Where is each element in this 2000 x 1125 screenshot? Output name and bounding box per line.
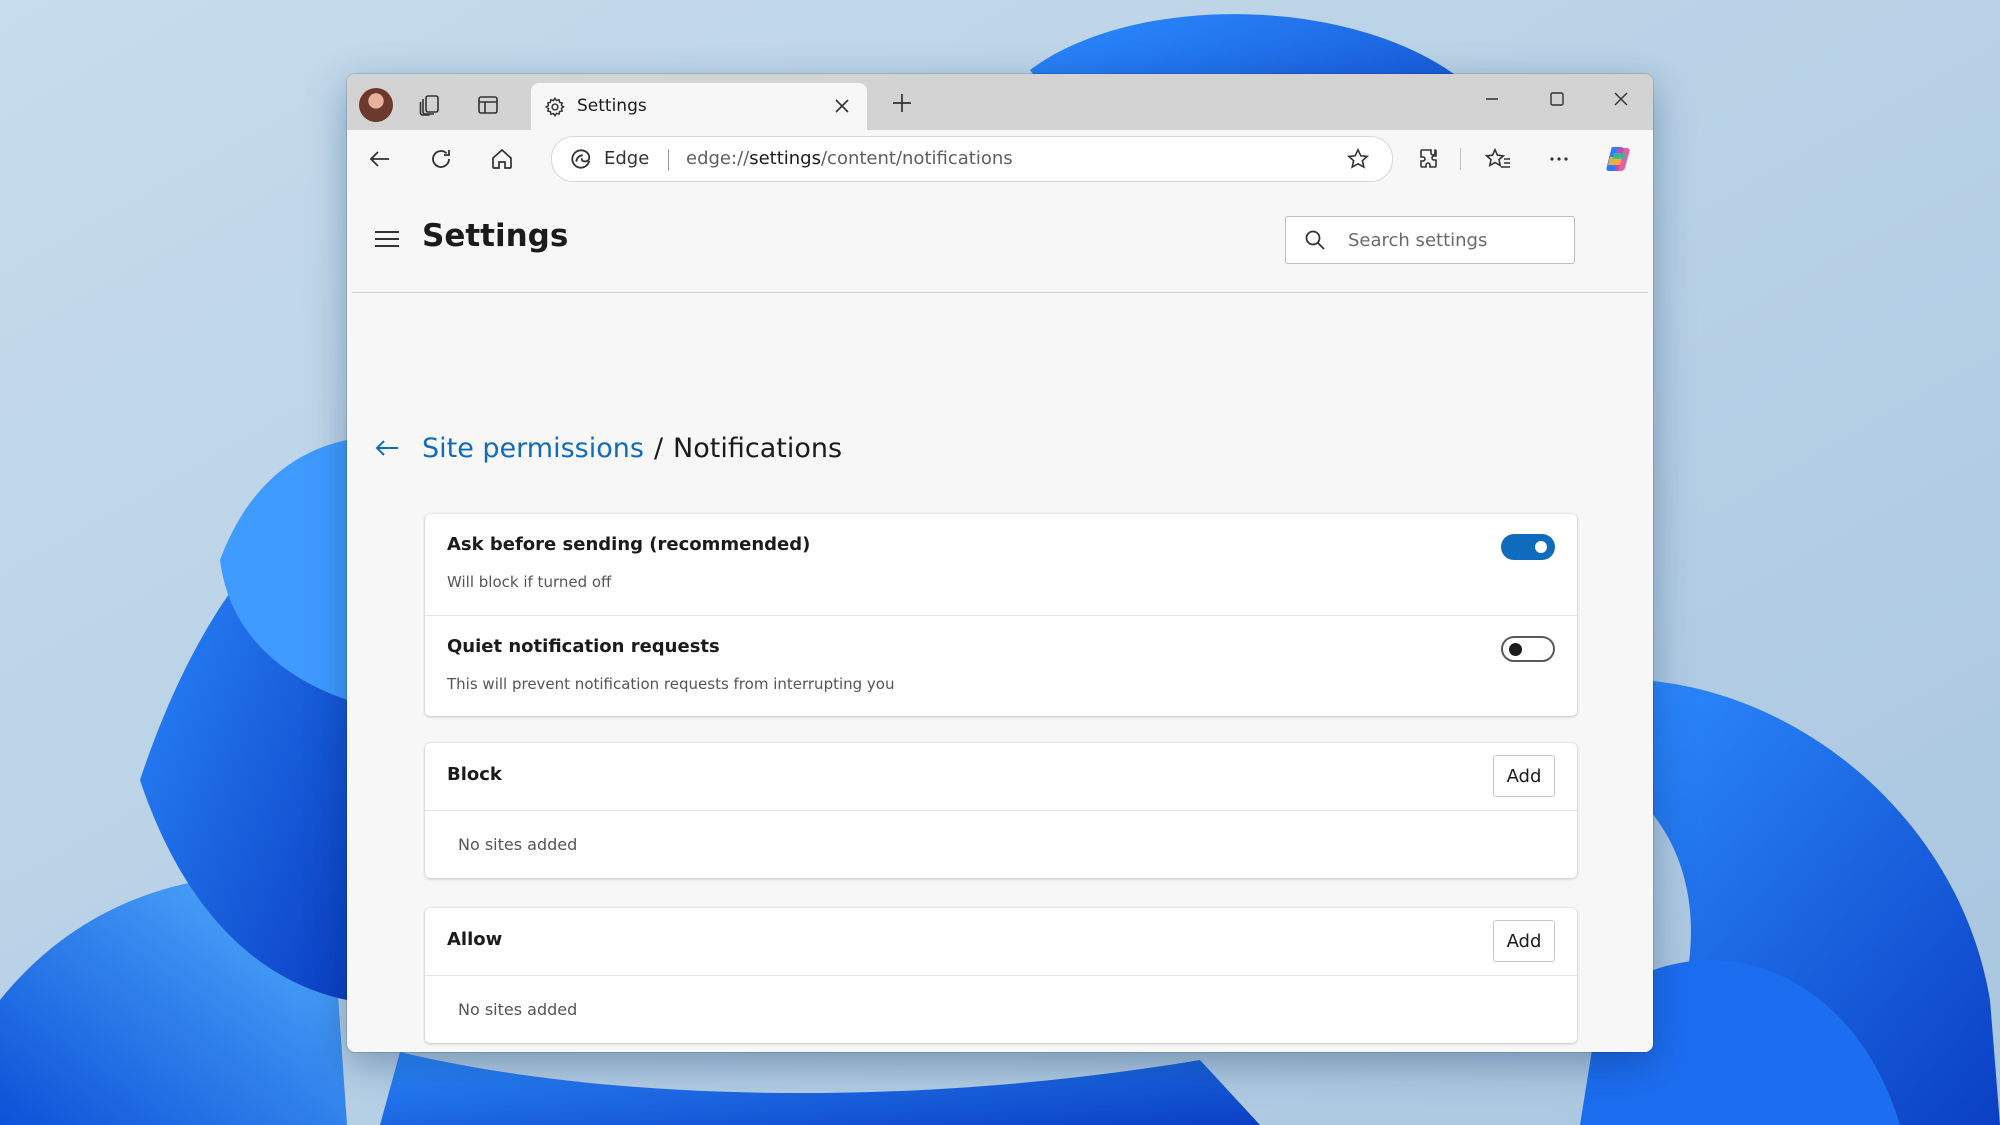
edge-logo-icon (570, 148, 592, 170)
search-input[interactable] (1346, 227, 1560, 253)
settings-header: Settings (352, 188, 1648, 293)
maximize-button[interactable] (1537, 84, 1577, 114)
search-icon (1304, 229, 1326, 251)
row-description: Will block if turned off (447, 573, 612, 591)
page-title: Settings (422, 218, 569, 254)
new-tab-button[interactable] (887, 88, 917, 118)
close-window-button[interactable] (1601, 84, 1641, 114)
site-label: Edge (604, 148, 650, 169)
minimize-button[interactable] (1472, 84, 1512, 114)
workspaces-icon[interactable] (415, 90, 445, 120)
back-button[interactable] (361, 140, 399, 178)
row-title: Ask before sending (recommended) (447, 534, 811, 555)
tab-title: Settings (577, 96, 647, 116)
divider (425, 810, 1577, 811)
allow-title: Allow (447, 929, 503, 950)
empty-list-text: No sites added (458, 835, 578, 854)
add-favorite-star-icon[interactable] (1346, 147, 1372, 173)
search-settings-box[interactable] (1285, 216, 1575, 264)
browser-window: Settings Edge edge://settings/content/no… (347, 74, 1653, 1052)
notification-settings-card: Ask before sending (recommended) Will bl… (425, 514, 1577, 716)
more-options-icon[interactable] (1540, 140, 1578, 178)
breadcrumb-site-permissions-link[interactable]: Site permissions (422, 433, 644, 464)
toolbar-separator (1460, 148, 1461, 170)
favorites-icon[interactable] (1479, 140, 1517, 178)
divider (425, 975, 1577, 976)
copilot-icon[interactable] (1599, 140, 1637, 178)
breadcrumb-separator: / (653, 432, 664, 464)
allow-list-card: Allow Add No sites added (425, 908, 1577, 1043)
address-separator (668, 149, 669, 171)
quiet-notification-requests-toggle[interactable] (1501, 636, 1555, 662)
refresh-button[interactable] (422, 140, 460, 178)
empty-list-text: No sites added (458, 1000, 578, 1019)
breadcrumb-current: Notifications (673, 432, 843, 464)
vertical-tabs-icon[interactable] (473, 90, 503, 120)
settings-page: Settings Site permissions / Notification… (352, 188, 1648, 1052)
tab-strip: Settings (347, 74, 1653, 130)
browser-toolbar: Edge edge://settings/content/notificatio… (347, 130, 1653, 188)
block-list-card: Block Add No sites added (425, 743, 1577, 878)
add-allow-site-button[interactable]: Add (1493, 920, 1555, 962)
tab-settings[interactable]: Settings (531, 83, 867, 130)
extensions-icon[interactable] (1411, 140, 1449, 178)
row-description: This will prevent notification requests … (447, 675, 895, 693)
menu-hamburger-icon[interactable] (374, 229, 400, 249)
url-text[interactable]: edge://settings/content/notifications (686, 148, 1013, 169)
toggle-knob (1535, 541, 1547, 553)
back-arrow-icon[interactable] (372, 433, 402, 463)
row-title: Quiet notification requests (447, 636, 720, 657)
block-title: Block (447, 764, 502, 785)
breadcrumb: Site permissions / Notifications (372, 428, 842, 468)
divider (425, 615, 1577, 616)
close-tab-icon[interactable] (831, 95, 853, 117)
profile-avatar[interactable] (359, 88, 393, 122)
gear-icon (543, 95, 567, 119)
home-button[interactable] (483, 140, 521, 178)
address-bar[interactable]: Edge edge://settings/content/notificatio… (551, 136, 1393, 182)
add-block-site-button[interactable]: Add (1493, 755, 1555, 797)
ask-before-sending-toggle[interactable] (1501, 534, 1555, 560)
toggle-knob (1509, 643, 1522, 656)
